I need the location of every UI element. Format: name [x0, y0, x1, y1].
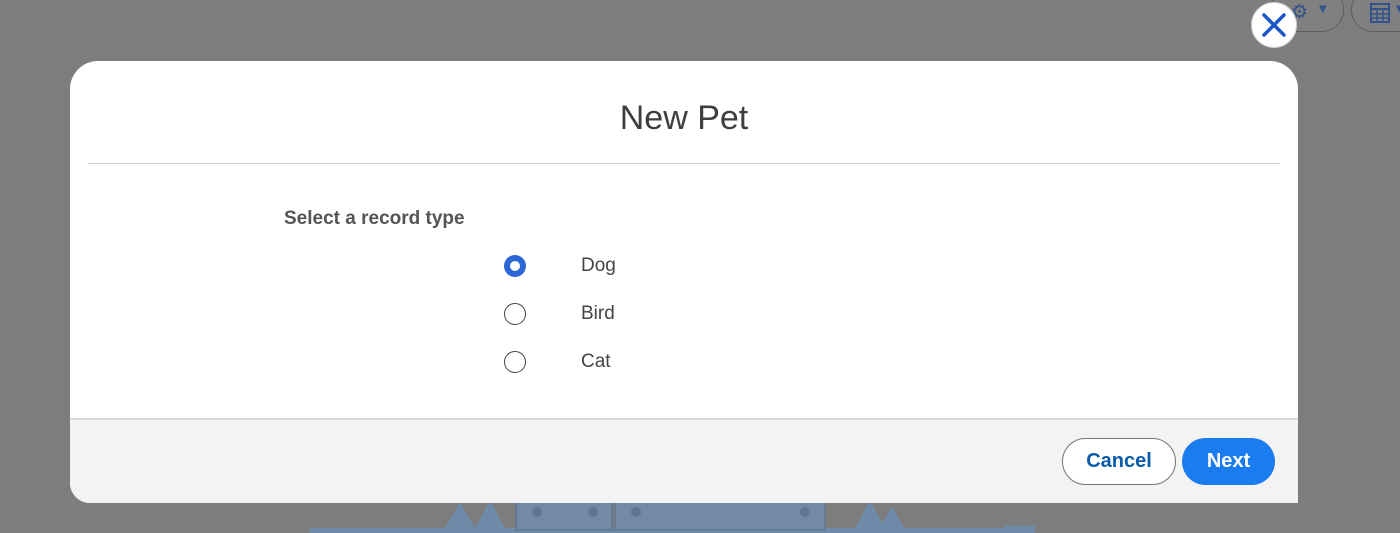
new-record-modal: New Pet Select a record type Dog Bird Ca…	[70, 61, 1298, 503]
chevron-down-icon: ▼	[1396, 4, 1400, 15]
option-label-bird[interactable]: Bird	[581, 303, 615, 325]
chevron-down-icon: ▼	[1319, 4, 1327, 15]
record-type-label: Select a record type	[284, 208, 465, 229]
modal-header: New Pet	[88, 61, 1280, 164]
radio-cat[interactable]	[504, 351, 526, 373]
radio-dog[interactable]	[504, 255, 526, 277]
close-modal-button[interactable]	[1251, 2, 1297, 48]
option-label-dog[interactable]: Dog	[581, 255, 616, 277]
record-type-radio-group: Dog Bird Cat	[504, 242, 616, 386]
background-table-view-button: ▼	[1351, 0, 1400, 32]
modal-footer: Cancel Next	[70, 418, 1298, 503]
close-icon	[1262, 13, 1286, 37]
table-icon	[1370, 3, 1390, 23]
radio-bird[interactable]	[504, 303, 526, 325]
record-type-option-cat[interactable]: Cat	[504, 338, 616, 386]
option-label-cat[interactable]: Cat	[581, 351, 611, 373]
modal-body: Select a record type Dog Bird Cat	[70, 164, 1298, 419]
cancel-button[interactable]: Cancel	[1062, 438, 1176, 485]
record-type-option-bird[interactable]: Bird	[504, 290, 616, 338]
modal-title: New Pet	[619, 98, 749, 137]
record-type-option-dog[interactable]: Dog	[504, 242, 616, 290]
next-button[interactable]: Next	[1182, 438, 1275, 485]
